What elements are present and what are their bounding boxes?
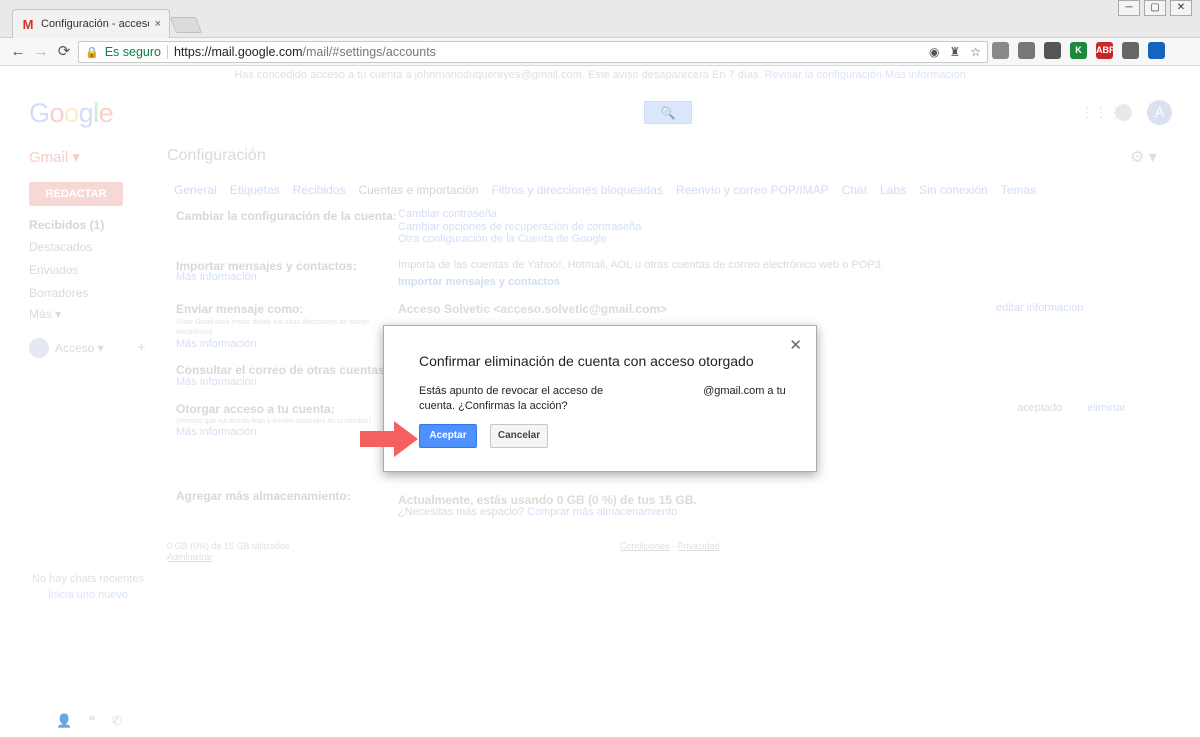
tab-title: Configuración - acceso.solvetic (41, 18, 149, 30)
bookmark-star-icon[interactable]: ☆ (970, 45, 981, 59)
maximize-button[interactable]: ▢ (1144, 0, 1166, 16)
browser-titlebar: M Configuración - acceso.solvetic × ─ ▢ … (0, 0, 1200, 38)
extension-4-icon[interactable]: K (1070, 42, 1087, 59)
accept-button[interactable]: Aceptar (419, 424, 477, 448)
minimize-button[interactable]: ─ (1118, 0, 1140, 16)
extension-3-icon[interactable] (1044, 42, 1061, 59)
extension-pin-icon[interactable]: ♜ (949, 45, 960, 59)
dialog-message-part1: Estás apunto de revocar el acceso de (419, 385, 604, 397)
dialog-message: Estás apunto de revocar el acceso de @gma… (419, 384, 786, 414)
address-bar[interactable]: 🔒 Es seguro https://mail.google.com/mail… (78, 41, 988, 63)
extension-5-icon[interactable]: ABP (1096, 42, 1115, 59)
browser-toolbar: ← → ⟳ 🔒 Es seguro https://mail.google.co… (0, 38, 1200, 66)
gmail-favicon-icon: M (22, 16, 34, 32)
url-text: https://mail.google.com/mail/#settings/a… (174, 45, 436, 59)
window-controls: ─ ▢ ✕ (1118, 0, 1192, 16)
url-path: /mail/#settings/accounts (302, 45, 436, 59)
confirm-delete-dialog: ✕ Confirmar eliminación de cuenta con ac… (383, 325, 817, 472)
dialog-title: Confirmar eliminación de cuenta con acce… (419, 353, 754, 369)
cancel-button[interactable]: Cancelar (490, 424, 548, 448)
omnibox-icons: ◉ ♜ ☆ (929, 45, 981, 59)
extension-2-icon[interactable] (1018, 42, 1035, 59)
separator (166, 45, 168, 59)
lock-icon: 🔒 (85, 46, 99, 59)
extension-7-icon[interactable] (1148, 42, 1165, 59)
new-tab-button[interactable] (170, 17, 202, 33)
close-window-button[interactable]: ✕ (1170, 0, 1192, 16)
dialog-close-icon[interactable]: ✕ (789, 336, 802, 354)
extension-6-icon[interactable] (1122, 42, 1139, 59)
extension-icons: K ABP (992, 42, 1165, 59)
eye-icon[interactable]: ◉ (929, 45, 939, 59)
reload-icon[interactable]: ⟳ (54, 42, 74, 62)
url-host: https://mail.google.com (173, 45, 303, 59)
dialog-message-part2: @gmail.com a tu (703, 385, 786, 397)
dialog-message-line2: cuenta. ¿Confirmas la acción? (419, 400, 568, 412)
extension-1-icon[interactable] (992, 42, 1009, 59)
tab-close-icon[interactable]: × (155, 18, 161, 30)
back-icon[interactable]: ← (8, 42, 28, 62)
browser-tab[interactable]: M Configuración - acceso.solvetic × (12, 9, 170, 38)
secure-label: Es seguro (104, 45, 161, 59)
annotation-arrow-icon (360, 421, 418, 457)
forward-icon[interactable]: → (31, 42, 51, 62)
